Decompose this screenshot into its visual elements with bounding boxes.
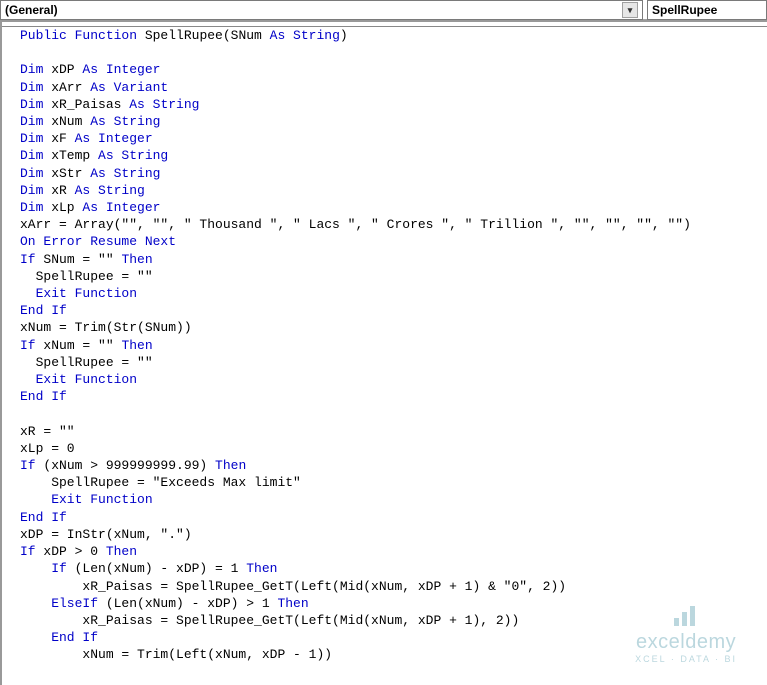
code-token: Dim [20,114,43,129]
code-pane: Public Function SpellRupee(SNum As Strin… [0,20,767,685]
code-token: Dim [20,166,43,181]
code-token: As Integer [75,131,153,146]
code-token: (Len(xNum) - xDP) > 1 [98,596,277,611]
code-line: xNum = Trim(Left(xNum, xDP - 1)) [20,647,332,662]
code-token: Then [106,544,137,559]
code-line: xNum = Trim(Str(SNum)) [20,320,192,335]
code-line: End If [20,510,67,525]
code-editor[interactable]: Public Function SpellRupee(SNum As Strin… [2,27,767,664]
dropdown-bar: (General) ▾ SpellRupee [0,0,767,20]
code-token: If [20,544,36,559]
object-dropdown-text: (General) [5,3,58,17]
code-line: End If [20,389,67,404]
code-token: As String [90,114,160,129]
code-token: (xNum > 999999999.99) [36,458,215,473]
procedure-dropdown-text: SpellRupee [652,3,717,17]
code-token: Dim [20,148,43,163]
code-line: End If [20,630,98,645]
code-token: If [20,561,67,576]
code-token: Dim [20,97,43,112]
code-token: As Integer [82,62,160,77]
code-token: Then [246,561,277,576]
code-line: SpellRupee = "" [20,269,153,284]
code-token: As String [129,97,199,112]
code-line: xDP = InStr(xNum, ".") [20,527,192,542]
code-line: xLp = 0 [20,441,75,456]
code-line: On Error Resume Next [20,234,176,249]
code-line: SpellRupee = "" [20,355,153,370]
code-line: Exit Function [20,286,137,301]
code-token: xDP > 0 [36,544,106,559]
code-token: As String [90,166,160,181]
code-token: xR [43,183,74,198]
code-token: Dim [20,200,43,215]
code-token: SpellRupee(SNum [137,28,270,43]
code-token: Dim [20,80,43,95]
code-line: xR_Paisas = SpellRupee_GetT(Left(Mid(xNu… [20,579,566,594]
code-token: Then [277,596,308,611]
code-token: If [20,252,36,267]
code-token: Dim [20,131,43,146]
code-token: Dim [20,183,43,198]
object-dropdown[interactable]: (General) ▾ [0,0,643,20]
code-token: xNum = "" [36,338,122,353]
code-token: Then [215,458,246,473]
code-token: SNum = "" [36,252,122,267]
code-line: Exit Function [20,372,137,387]
code-token: xArr [43,80,90,95]
procedure-dropdown[interactable]: SpellRupee [647,0,767,20]
code-token: ElseIf [20,596,98,611]
code-token: ) [340,28,348,43]
code-token: (Len(xNum) - xDP) = 1 [67,561,246,576]
code-token: xNum [43,114,90,129]
code-token: As String [98,148,168,163]
code-line: xArr = Array("", "", " Thousand ", " Lac… [20,217,691,232]
code-token: xLp [43,200,82,215]
code-token: As String [270,28,340,43]
code-token: As String [75,183,145,198]
code-line: End If [20,303,67,318]
code-line: xR_Paisas = SpellRupee_GetT(Left(Mid(xNu… [20,613,519,628]
code-token: xDP [43,62,82,77]
code-token: If [20,458,36,473]
code-token: As Integer [82,200,160,215]
code-token: xTemp [43,148,98,163]
code-token: Then [121,252,152,267]
code-token: xF [43,131,74,146]
code-line: xR = "" [20,424,75,439]
code-token: Then [121,338,152,353]
code-token: xStr [43,166,90,181]
code-token: If [20,338,36,353]
code-line: SpellRupee = "Exceeds Max limit" [20,475,301,490]
code-token: Public Function [20,28,137,43]
code-token: xR_Paisas [43,97,129,112]
code-token: Dim [20,62,43,77]
code-token: As Variant [90,80,168,95]
chevron-down-icon: ▾ [622,2,638,18]
code-line: Exit Function [20,492,153,507]
